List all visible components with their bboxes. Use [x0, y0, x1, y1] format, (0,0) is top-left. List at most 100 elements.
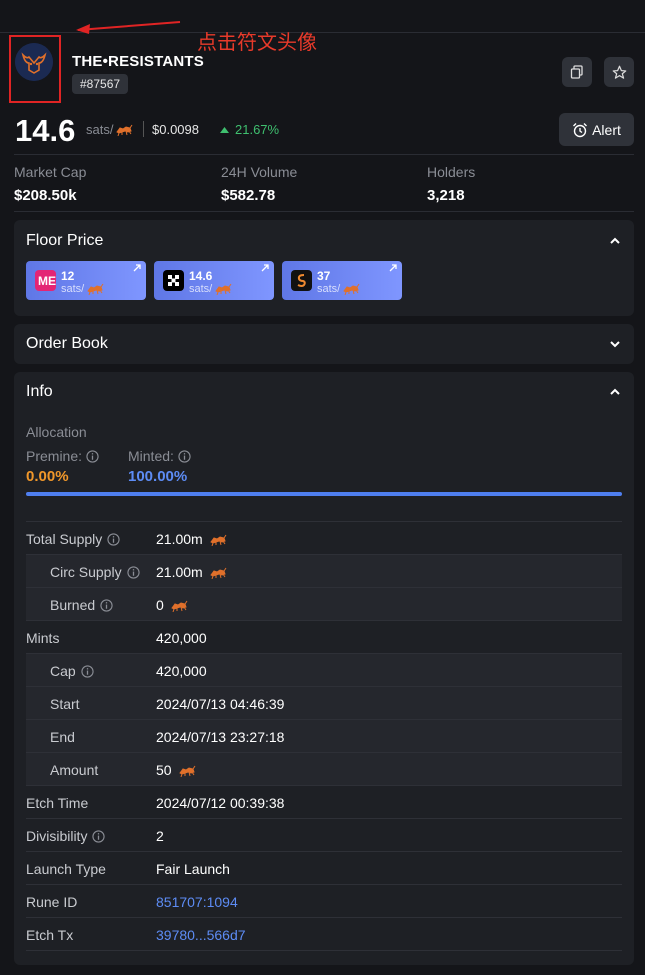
- minted-label-text: Minted:: [128, 448, 174, 464]
- satflow-logo-icon: [291, 270, 312, 291]
- row-value[interactable]: 851707:1094: [156, 894, 238, 910]
- info-panel: Info Allocation Premine: Minted: 0.00% 1…: [14, 372, 634, 965]
- row-label-text: Etch Tx: [26, 927, 74, 943]
- floor-value: 14.6: [189, 269, 213, 283]
- copy-button[interactable]: [562, 57, 592, 87]
- table-row: Divisibility 2: [26, 818, 622, 851]
- row-value-text: 420,000: [156, 663, 207, 679]
- row-value[interactable]: 39780...566d7: [156, 927, 246, 943]
- rune-avatar[interactable]: [15, 43, 53, 81]
- minted-label: Minted:: [128, 448, 191, 464]
- row-label-text: Cap: [50, 663, 76, 679]
- floor-unit: sats/: [189, 282, 232, 295]
- table-row: Amount 50: [26, 752, 622, 785]
- row-label: End: [50, 729, 75, 745]
- favorite-button[interactable]: [604, 57, 634, 87]
- row-value-text: 2024/07/13 04:46:39: [156, 696, 285, 712]
- holders-value: 3,218: [427, 187, 465, 204]
- table-row: Circ Supply 21.00m: [26, 554, 622, 587]
- price-unit: sats/: [86, 122, 133, 137]
- up-triangle-icon: [220, 126, 229, 133]
- row-value: 2024/07/13 23:27:18: [156, 729, 284, 745]
- floor-price-title: Floor Price: [26, 232, 104, 249]
- table-row: Total Supply 21.00m: [26, 521, 622, 554]
- price-unit-label: sats/: [86, 122, 114, 137]
- floor-price-panel: Floor Price ME 12 sats/ 14.6 sats/ 37 sa…: [14, 220, 634, 316]
- row-value: 21.00m: [156, 564, 227, 580]
- floor-unit-label: sats/: [317, 282, 341, 295]
- divider: [14, 154, 634, 155]
- row-label-text: Total Supply: [26, 531, 103, 547]
- row-value-text: 2024/07/13 23:27:18: [156, 729, 285, 745]
- row-label-text: Divisibility: [26, 828, 88, 844]
- row-label-text: Launch Type: [26, 861, 106, 877]
- row-value: 2024/07/12 00:39:38: [156, 795, 284, 811]
- info-icon[interactable]: [100, 598, 113, 612]
- row-value-text: 21.00m: [156, 531, 203, 547]
- row-value: 420,000: [156, 663, 207, 679]
- order-book-panel[interactable]: Order Book: [14, 324, 634, 364]
- floor-value: 37: [317, 269, 331, 283]
- premine-value: 0.00%: [26, 468, 69, 485]
- row-label-text: Amount: [50, 762, 99, 778]
- alert-button[interactable]: Alert: [559, 113, 634, 146]
- star-icon: [612, 65, 626, 79]
- row-value-text[interactable]: 851707:1094: [156, 894, 238, 910]
- market-cap-value: $208.50k: [14, 187, 77, 204]
- info-icon[interactable]: [107, 532, 120, 546]
- magic-eden-floor-card[interactable]: ME 12 sats/: [26, 261, 146, 300]
- ant-icon: [116, 124, 133, 136]
- info-icon[interactable]: [126, 565, 140, 579]
- divider: [14, 211, 634, 212]
- chevron-up-icon[interactable]: [608, 385, 622, 399]
- row-label: Rune ID: [26, 894, 77, 910]
- row-value: 2: [156, 828, 164, 844]
- price-change: 21.67%: [220, 122, 279, 137]
- rune-name: THE•RESISTANTS: [72, 53, 204, 70]
- info-icon[interactable]: [81, 664, 94, 678]
- row-label-text: Start: [50, 696, 80, 712]
- okx-floor-card[interactable]: 14.6 sats/: [154, 261, 274, 300]
- ant-icon: [209, 567, 227, 579]
- info-icon[interactable]: [178, 449, 191, 463]
- row-label: Total Supply: [26, 531, 120, 547]
- premine-label: Premine:: [26, 448, 99, 464]
- holders-label: Holders: [427, 164, 476, 180]
- chevron-down-icon[interactable]: [608, 337, 622, 351]
- magic-eden-logo-icon: ME: [35, 270, 56, 291]
- price-separator: [143, 121, 144, 137]
- price-change-value: 21.67%: [235, 122, 280, 137]
- floor-unit: sats/: [317, 282, 360, 295]
- alert-label: Alert: [592, 121, 621, 138]
- floor-value: 12: [61, 269, 75, 283]
- row-label-text: Mints: [26, 630, 60, 646]
- info-icon[interactable]: [92, 829, 106, 843]
- row-value: 2024/07/13 04:46:39: [156, 696, 284, 712]
- row-value-text: 2024/07/12 00:39:38: [156, 795, 285, 811]
- table-row: End 2024/07/13 23:27:18: [26, 719, 622, 752]
- market-cap-label: Market Cap: [14, 164, 87, 180]
- annotation-arrow-icon: [76, 21, 181, 34]
- row-value-text: 21.00m: [156, 564, 203, 580]
- table-row: Burned 0: [26, 587, 622, 620]
- ant-icon: [343, 283, 360, 295]
- minted-value: 100.00%: [128, 468, 188, 485]
- satflow-floor-card[interactable]: 37 sats/: [282, 261, 402, 300]
- bull-logo-icon: [15, 43, 53, 81]
- row-label: Cap: [50, 663, 94, 679]
- alarm-clock-icon: [573, 122, 588, 137]
- ant-icon: [87, 283, 104, 295]
- ant-icon: [171, 600, 188, 612]
- row-value: Fair Launch: [156, 861, 230, 877]
- row-value-text[interactable]: 39780...566d7: [156, 927, 246, 943]
- floor-unit-label: sats/: [61, 282, 85, 295]
- row-label: Divisibility: [26, 828, 106, 844]
- external-link-icon: [389, 264, 397, 272]
- row-label: Launch Type: [26, 861, 106, 877]
- info-icon[interactable]: [86, 449, 99, 463]
- row-label-text: Etch Time: [26, 795, 89, 811]
- row-label-text: End: [50, 729, 75, 745]
- chevron-up-icon[interactable]: [608, 234, 622, 248]
- row-value: 21.00m: [156, 531, 227, 547]
- info-title: Info: [26, 383, 53, 400]
